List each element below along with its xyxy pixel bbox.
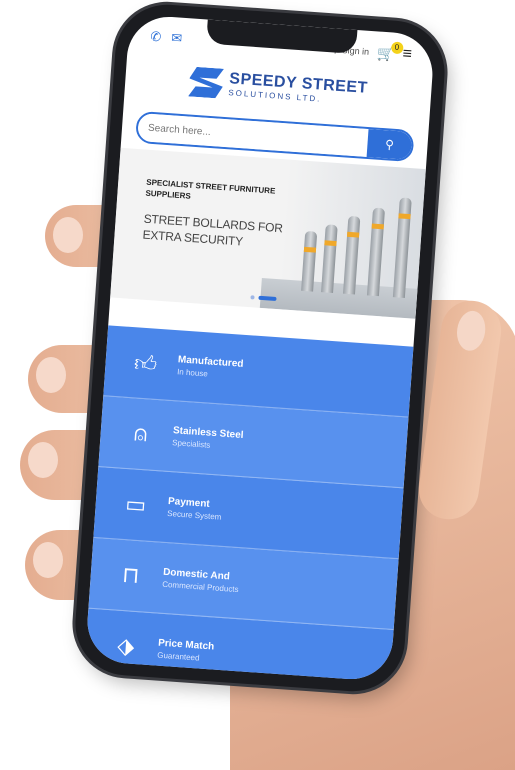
- carousel-dot[interactable]: [250, 295, 255, 300]
- shopping-bag-icon: ⊓: [121, 561, 141, 589]
- feature-text: Payment Secure System: [167, 496, 223, 522]
- phone-screen: ✆ ✉ ⚲ Sign in 🛒 0 ≡ SPEEDY STREET SOLUTI…: [84, 14, 436, 682]
- bollard-image: [392, 197, 412, 298]
- cart-button[interactable]: 🛒 0: [377, 40, 404, 62]
- logo-s-mark: [188, 66, 224, 98]
- cart-count-badge: 0: [390, 40, 404, 54]
- payment-icon: ▭: [124, 491, 148, 518]
- fingernail: [36, 357, 66, 393]
- feature-text: Manufactured In house: [177, 354, 244, 381]
- feature-subtitle: Guaranteed: [157, 650, 200, 663]
- feature-title: Payment: [167, 495, 211, 510]
- tag-icon: ⬗: [116, 632, 136, 659]
- banner-subtitle: SPECIALIST STREET FURNITURE SUPPLIERS: [145, 177, 276, 201]
- contact-icons: ✆ ✉: [150, 29, 183, 47]
- feature-text: Price Match Guaranteed: [157, 638, 215, 664]
- search-input[interactable]: [137, 112, 369, 157]
- thumbs-up-icon: 👍︎: [133, 349, 159, 377]
- search-icon: ⚲: [384, 137, 395, 152]
- mail-icon[interactable]: ✉: [171, 30, 183, 47]
- banner-title: STREET BOLLARDS FOR EXTRA SECURITY: [142, 211, 284, 249]
- site-logo[interactable]: SPEEDY STREET SOLUTIONS LTD.: [125, 62, 432, 113]
- fingernail: [33, 542, 63, 578]
- fingernail: [53, 217, 83, 253]
- feature-subtitle: Secure System: [166, 508, 222, 522]
- hamburger-menu-icon[interactable]: ≡: [402, 45, 413, 64]
- phone-icon[interactable]: ✆: [150, 29, 162, 46]
- features-list: 👍︎ Manufactured In house ⍝ Stainless Ste…: [84, 325, 414, 682]
- phone-device: ✆ ✉ ⚲ Sign in 🛒 0 ≡ SPEEDY STREET SOLUTI…: [71, 1, 449, 695]
- hero-banner[interactable]: SPECIALIST STREET FURNITURE SUPPLIERS ST…: [110, 147, 426, 319]
- search-button[interactable]: ⚲: [366, 129, 413, 161]
- thumbnail: [454, 309, 488, 353]
- user-icon: ⍝: [133, 420, 149, 447]
- fingernail: [28, 442, 58, 478]
- feature-subtitle: In house: [176, 367, 209, 379]
- bollard-image: [342, 215, 361, 295]
- feature-text: Domestic And Commercial Products: [162, 567, 240, 594]
- logo-text: SPEEDY STREET SOLUTIONS LTD.: [228, 70, 368, 107]
- bollard-image: [366, 207, 386, 297]
- feature-text: Stainless Steel Specialists: [172, 425, 244, 452]
